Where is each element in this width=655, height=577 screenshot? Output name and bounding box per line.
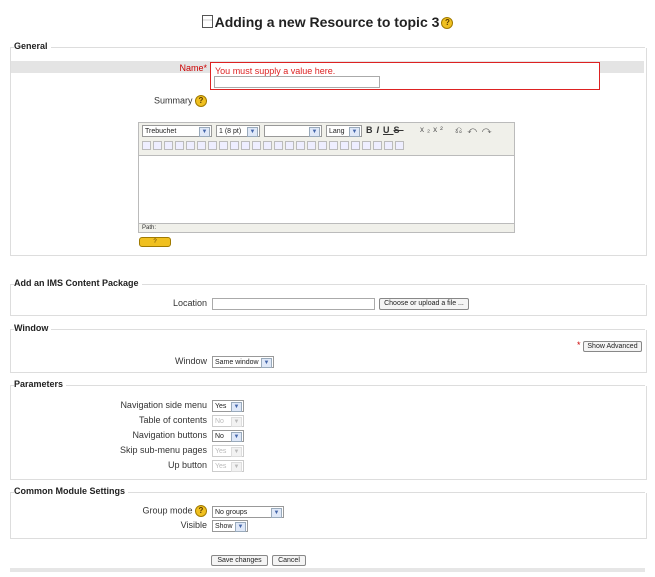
outdent-icon[interactable] <box>230 141 239 151</box>
chevron-down-icon: ▼ <box>199 127 210 137</box>
table-icon[interactable] <box>340 141 349 151</box>
align-center-icon[interactable] <box>153 141 162 151</box>
summary-label: Summary ? <box>60 95 207 107</box>
choose-file-button[interactable]: Choose or upload a file ... <box>379 298 469 310</box>
text-style-buttons[interactable]: BIUS <box>366 125 404 135</box>
editor-help-button[interactable]: ? <box>139 237 171 247</box>
smiley-icon[interactable] <box>351 141 360 151</box>
chevron-down-icon: ▼ <box>349 127 360 137</box>
editor-content-area[interactable] <box>139 155 514 224</box>
save-changes-button[interactable]: Save changes <box>211 555 268 566</box>
visible-label: Visible <box>180 520 207 530</box>
param-label: Up button <box>167 460 207 470</box>
search-replace-icon[interactable] <box>373 141 382 151</box>
help-icon[interactable]: ? <box>195 505 207 517</box>
align-justify-icon[interactable] <box>175 141 184 151</box>
chevron-down-icon: ▼ <box>271 508 282 518</box>
group-mode-label: Group mode ? <box>60 505 207 517</box>
navigation-side-menu-select[interactable]: Yes ▼ <box>212 400 244 412</box>
section-window-frame <box>10 330 647 373</box>
script-buttons[interactable]: x₂x² <box>420 125 446 134</box>
chevron-down-icon: ▼ <box>231 402 242 412</box>
rtl-icon[interactable] <box>197 141 206 151</box>
format-select[interactable]: ▼ <box>264 125 322 137</box>
visible-select[interactable]: Show ▼ <box>212 520 248 532</box>
up-button-select: Yes ▼ <box>212 460 244 472</box>
footer-bar <box>10 568 645 572</box>
location-label: Location <box>172 298 207 308</box>
hr-icon[interactable] <box>274 141 283 151</box>
window-label: Window <box>174 356 207 366</box>
chevron-down-icon: ▼ <box>231 462 242 472</box>
help-icon[interactable]: ? <box>195 95 207 107</box>
name-error-message: You must supply a value here. <box>215 66 336 76</box>
text-color-icon[interactable] <box>252 141 261 151</box>
param-label: Skip sub-menu pages <box>119 445 207 455</box>
chevron-down-icon: ▼ <box>261 358 272 368</box>
cancel-button[interactable]: Cancel <box>272 555 306 566</box>
group-mode-select[interactable]: No groups ▼ <box>212 506 284 518</box>
ltr-icon[interactable] <box>186 141 195 151</box>
skip-submenu-select: Yes ▼ <box>212 445 244 457</box>
location-input[interactable] <box>212 298 375 310</box>
page-title-text: Adding a new Resource to topic 3 <box>214 14 440 30</box>
align-left-icon[interactable] <box>142 141 151 151</box>
font-family-select[interactable]: Trebuchet ▼ <box>142 125 212 137</box>
bg-color-icon[interactable] <box>263 141 272 151</box>
lang-select[interactable]: Lang ▼ <box>326 125 362 137</box>
name-input[interactable] <box>214 76 380 88</box>
font-size-select[interactable]: 1 (8 pt) ▼ <box>216 125 260 137</box>
resource-icon <box>201 15 213 28</box>
html-source-icon[interactable] <box>384 141 393 151</box>
editor-toolbar-row-2 <box>142 140 512 151</box>
ordered-list-icon[interactable] <box>208 141 217 151</box>
undo-redo-buttons[interactable]: ⎌↶↷ <box>455 125 496 136</box>
chevron-down-icon: ▼ <box>231 417 242 427</box>
name-label: Name* <box>179 63 207 73</box>
chevron-down-icon: ▼ <box>235 522 246 532</box>
param-label: Table of contents <box>138 415 207 425</box>
anchor-icon[interactable] <box>285 141 294 151</box>
navigation-buttons-select[interactable]: No ▼ <box>212 430 244 442</box>
chevron-down-icon: ▼ <box>231 432 242 442</box>
help-icon[interactable]: ? <box>441 17 454 30</box>
show-advanced-button[interactable]: Show Advanced <box>583 341 642 352</box>
link-icon[interactable] <box>296 141 305 151</box>
special-char-icon[interactable] <box>362 141 371 151</box>
window-select[interactable]: Same window ▼ <box>212 356 274 368</box>
unordered-list-icon[interactable] <box>219 141 228 151</box>
image-icon[interactable] <box>329 141 338 151</box>
fullscreen-icon[interactable] <box>395 141 404 151</box>
align-right-icon[interactable] <box>164 141 173 151</box>
editor-path: Path: <box>142 225 157 231</box>
table-of-contents-select: No ▼ <box>212 415 244 427</box>
param-label: Navigation buttons <box>132 430 207 440</box>
chevron-down-icon: ▼ <box>309 127 320 137</box>
nolink-icon[interactable] <box>318 141 327 151</box>
advanced-mark: * <box>577 340 581 350</box>
unlink-icon[interactable] <box>307 141 316 151</box>
param-label: Navigation side menu <box>120 400 207 410</box>
chevron-down-icon: ▼ <box>231 447 242 457</box>
page-title: Adding a new Resource to topic 3? <box>0 14 655 30</box>
indent-icon[interactable] <box>241 141 250 151</box>
chevron-down-icon: ▼ <box>247 127 258 137</box>
